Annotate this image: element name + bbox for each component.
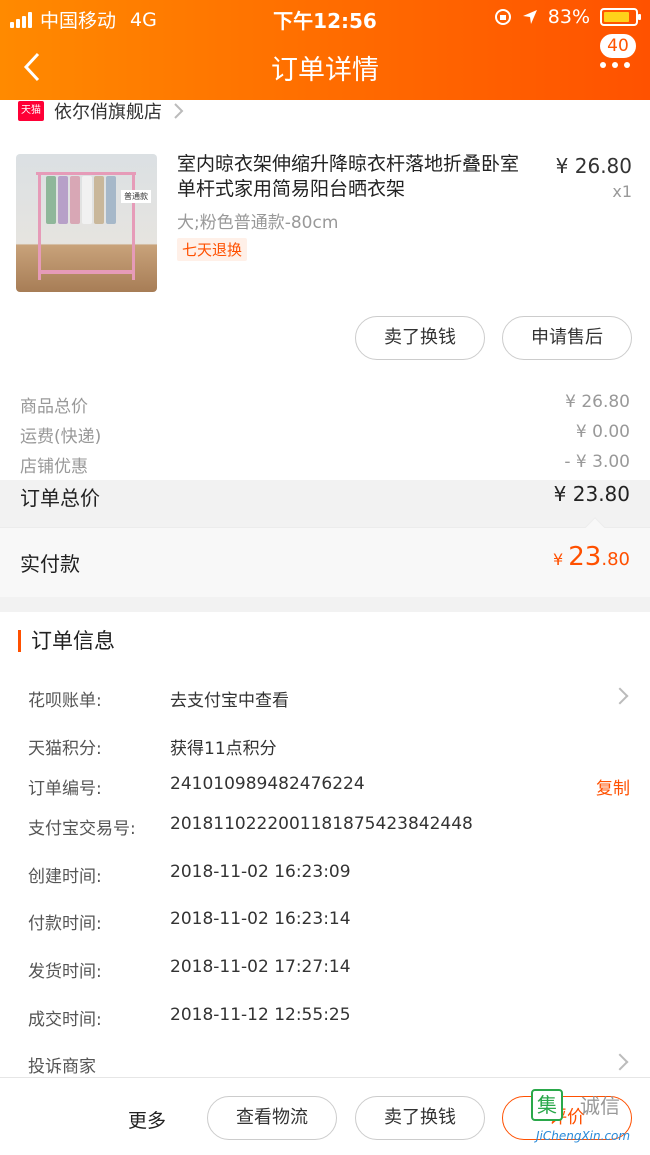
- paid-integer: 23: [568, 542, 602, 572]
- order-total-label: 订单总价: [20, 486, 100, 510]
- summary-label: 商品总价: [20, 397, 88, 417]
- nav-bar: 订单详情 40: [0, 32, 650, 100]
- copy-button[interactable]: 复制: [596, 774, 630, 799]
- chevron-right-icon: [611, 687, 629, 705]
- paid-amount-band: 实付款 ¥ 23.80: [0, 517, 650, 597]
- info-value: 2018-11-12 12:55:25: [170, 1005, 351, 1025]
- orientation-lock-icon: [494, 9, 511, 25]
- product-qty: x1: [612, 182, 632, 201]
- chevron-right-icon: [611, 1053, 629, 1071]
- svg-text:集: 集: [537, 1093, 557, 1117]
- summary-value: ¥ 26.80: [565, 392, 630, 412]
- status-bar: 中国移动 4G 下午12:56 83%: [0, 0, 650, 34]
- watermark-logo: 集 诚信 JiChengXin.com: [531, 1089, 630, 1143]
- product-card: 天猫 依尔俏旗舰店 普通款 室内晾衣架伸缩升降晾衣杆落地折叠卧室单杆式家用简易阳…: [0, 100, 650, 480]
- product-price: ¥ 26.80: [555, 154, 632, 178]
- info-key: 创建时间:: [28, 867, 102, 887]
- info-value: 2018-11-02 17:27:14: [170, 957, 351, 977]
- more-menu-icon[interactable]: [600, 62, 630, 68]
- info-key: 发货时间:: [28, 962, 102, 982]
- location-arrow-icon: [522, 10, 537, 24]
- view-logistics-button[interactable]: 查看物流: [207, 1096, 337, 1140]
- paid-label: 实付款: [20, 552, 80, 576]
- info-value: 去支付宝中查看: [170, 691, 289, 711]
- info-value: 2018-11-02 16:23:09: [170, 862, 351, 882]
- summary-row-discount: 店铺优惠 - ¥ 3.00: [20, 452, 630, 477]
- info-key: 订单编号:: [28, 779, 102, 799]
- paid-decimal: .80: [601, 549, 630, 570]
- summary-row-goods: 商品总价 ¥ 26.80: [20, 392, 630, 417]
- message-count-badge: 40: [598, 32, 638, 60]
- return-policy-tag: 七天退换: [177, 238, 248, 261]
- app-header: 中国移动 4G 下午12:56 83% 订单详情 40: [0, 0, 650, 100]
- sell-button-bottom[interactable]: 卖了换钱: [355, 1096, 485, 1140]
- page-title: 订单详情: [271, 55, 379, 86]
- shop-row[interactable]: 天猫 依尔俏旗舰店: [18, 98, 186, 124]
- paid-amount: ¥ 23.80: [553, 542, 630, 572]
- info-value: 2018110222001181875423842448: [170, 814, 473, 834]
- order-info-title: 订单信息: [18, 630, 115, 652]
- thumb-label: 普通款: [121, 190, 151, 203]
- order-total-value: ¥ 23.80: [553, 482, 630, 506]
- order-info-card: 订单信息 花呗账单: 去支付宝中查看 天猫积分: 获得11点积分 订单编号: 2…: [0, 612, 650, 1082]
- order-total-row: 订单总价 ¥ 23.80: [20, 482, 630, 511]
- info-value: 2018-11-02 16:23:14: [170, 909, 351, 929]
- after-sale-button[interactable]: 申请售后: [502, 316, 632, 360]
- paid-yen: ¥: [553, 550, 569, 569]
- summary-value: ¥ 0.00: [575, 422, 630, 442]
- info-value: 241010989482476224: [170, 774, 365, 794]
- info-value: 获得11点积分: [170, 739, 277, 759]
- svg-text:JiChengXin.com: JiChengXin.com: [534, 1129, 630, 1143]
- bottom-action-bar: 更多 查看物流 卖了换钱 评价 集 诚信 JiChengXin.com: [0, 1077, 650, 1155]
- info-key: 花呗账单:: [28, 691, 102, 711]
- info-key: 成交时间:: [28, 1010, 102, 1030]
- chevron-right-icon: [174, 103, 184, 119]
- product-thumbnail[interactable]: 普通款: [16, 154, 157, 292]
- battery-percent: 83%: [547, 6, 590, 28]
- summary-label: 店铺优惠: [20, 457, 88, 477]
- info-key: 天猫积分:: [28, 739, 102, 759]
- info-key: 支付宝交易号:: [28, 819, 136, 839]
- info-key: 付款时间:: [28, 914, 102, 934]
- complain-label: 投诉商家: [28, 1057, 96, 1077]
- tmall-logo: 天猫: [18, 101, 44, 121]
- summary-row-shipping: 运费(快递) ¥ 0.00: [20, 422, 630, 447]
- summary-value: - ¥ 3.00: [564, 452, 630, 472]
- product-title[interactable]: 室内晾衣架伸缩升降晾衣杆落地折叠卧室单杆式家用简易阳台晒衣架: [177, 152, 537, 202]
- shop-name: 依尔俏旗舰店: [54, 102, 162, 123]
- product-spec: 大;粉色普通款-80cm: [177, 213, 339, 233]
- svg-text:诚信: 诚信: [580, 1094, 620, 1118]
- summary-label: 运费(快递): [20, 427, 102, 447]
- sell-button[interactable]: 卖了换钱: [355, 316, 485, 360]
- more-button[interactable]: 更多: [128, 1106, 166, 1133]
- battery-icon: [600, 8, 641, 26]
